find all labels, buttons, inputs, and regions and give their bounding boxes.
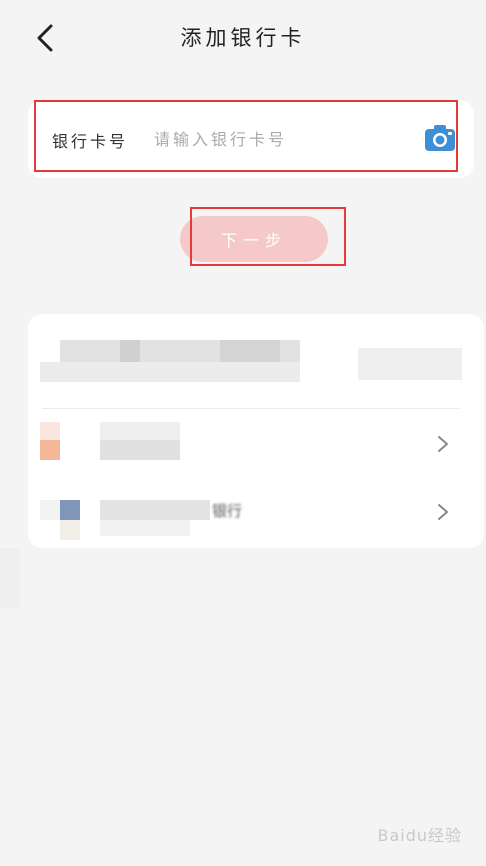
card-number-input[interactable] bbox=[154, 122, 404, 156]
chevron-right-icon bbox=[438, 436, 448, 452]
card-number-row: 银行卡号 bbox=[28, 100, 474, 178]
bank-row-name: 银行 bbox=[212, 502, 243, 520]
chevron-right-icon bbox=[438, 504, 448, 520]
header: 添加银行卡 bbox=[0, 0, 486, 76]
obscured-text bbox=[100, 440, 180, 460]
obscured-area bbox=[0, 548, 20, 608]
add-bank-card-screen: 添加银行卡 银行卡号 下一步 bbox=[0, 0, 486, 866]
camera-icon bbox=[425, 125, 455, 151]
bank-list-card: 银行 bbox=[28, 314, 484, 548]
next-step-button[interactable]: 下一步 bbox=[180, 216, 328, 262]
obscured-text bbox=[220, 340, 280, 362]
bank-logo-icon bbox=[60, 500, 80, 520]
obscured-text bbox=[100, 500, 210, 520]
obscured-text bbox=[100, 520, 190, 536]
bank-row[interactable]: 银行 bbox=[28, 482, 484, 546]
page-title: 添加银行卡 bbox=[180, 26, 306, 50]
obscured-text bbox=[40, 500, 60, 520]
obscured-text bbox=[358, 348, 462, 380]
bank-logo-icon bbox=[40, 422, 60, 440]
bank-logo-icon bbox=[40, 440, 60, 460]
obscured-text bbox=[40, 362, 300, 382]
bank-row[interactable] bbox=[28, 414, 484, 478]
obscured-text bbox=[100, 422, 180, 442]
card-number-label: 银行卡号 bbox=[52, 132, 129, 151]
obscured-text bbox=[120, 340, 140, 362]
scan-card-button[interactable] bbox=[424, 124, 456, 152]
watermark: Baidu经验 bbox=[377, 826, 462, 845]
divider bbox=[42, 408, 460, 409]
bank-logo-icon bbox=[60, 520, 80, 540]
